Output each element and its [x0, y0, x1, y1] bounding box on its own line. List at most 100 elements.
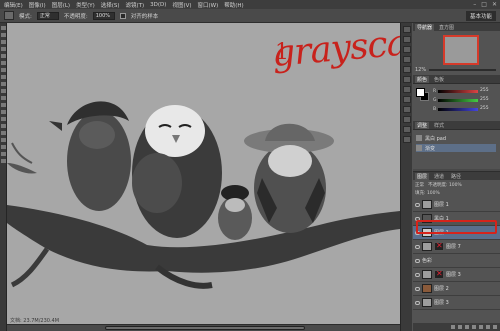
brush-presets-icon[interactable]	[403, 56, 411, 63]
menu-view[interactable]: 视图(V)	[172, 1, 191, 9]
zoom-slider[interactable]	[429, 69, 496, 71]
marquee-tool-icon[interactable]	[1, 33, 6, 37]
move-tool-icon[interactable]	[1, 26, 6, 30]
eye-icon[interactable]	[415, 286, 420, 291]
eraser-tool-icon[interactable]	[1, 96, 6, 100]
layer-row[interactable]: 色彩	[413, 254, 500, 268]
tab-navigator[interactable]: 导航器	[415, 23, 435, 31]
menu-select[interactable]: 选择(S)	[101, 1, 120, 9]
mode-select[interactable]: 正常	[36, 11, 59, 20]
fx-icon[interactable]	[458, 325, 462, 329]
horizontal-scrollbar[interactable]	[7, 324, 400, 331]
notes-icon[interactable]	[403, 126, 411, 133]
shape-tool-icon[interactable]	[1, 145, 6, 149]
brush-tool-icon[interactable]	[1, 75, 6, 79]
adjustment-icon[interactable]	[472, 325, 476, 329]
trash-icon[interactable]	[493, 325, 497, 329]
zoom-tool-icon[interactable]	[1, 159, 6, 163]
menu-help[interactable]: 帮助(H)	[224, 1, 243, 9]
document-canvas[interactable]: 1 grayscale 文档: 23.7M/230.4M	[7, 23, 400, 331]
wand-tool-icon[interactable]	[1, 47, 6, 51]
path-select-icon[interactable]	[1, 138, 6, 142]
blend-mode-select[interactable]: 正常	[415, 182, 424, 188]
history-brush-icon[interactable]	[1, 89, 6, 93]
close-button[interactable]: ✕	[492, 1, 497, 8]
scroll-thumb[interactable]	[105, 326, 305, 330]
layer-row[interactable]: 图层 7	[413, 240, 500, 254]
tab-adjustments[interactable]: 调整	[415, 121, 430, 129]
crop-tool-icon[interactable]	[1, 54, 6, 58]
tab-paths[interactable]: 路径	[449, 173, 463, 180]
menu-window[interactable]: 窗口(W)	[198, 1, 219, 9]
red-value[interactable]: 255	[480, 88, 489, 93]
tab-swatches[interactable]: 色板	[432, 76, 446, 83]
black-white-icon	[416, 135, 422, 141]
tab-layers[interactable]: 图层	[415, 172, 430, 180]
timeline-icon[interactable]	[403, 136, 411, 143]
green-slider[interactable]	[438, 99, 478, 102]
layer-mask[interactable]	[434, 269, 444, 279]
layer-row[interactable]: 图层 3	[413, 268, 500, 282]
blue-value[interactable]: 255	[480, 106, 489, 111]
eyedropper-tool-icon[interactable]	[1, 61, 6, 65]
lasso-tool-icon[interactable]	[1, 40, 6, 44]
stamp-tool-icon[interactable]	[1, 82, 6, 86]
info-icon[interactable]	[403, 96, 411, 103]
link-icon[interactable]	[451, 325, 455, 329]
pen-tool-icon[interactable]	[1, 124, 6, 128]
blur-tool-icon[interactable]	[1, 110, 6, 114]
hand-tool-icon[interactable]	[1, 152, 6, 156]
menu-layer[interactable]: 图层(L)	[52, 1, 70, 9]
layer-mask[interactable]	[434, 241, 444, 251]
eye-icon[interactable]	[415, 244, 420, 249]
zoom-level[interactable]: 12%	[415, 67, 426, 73]
tab-channels[interactable]: 通道	[432, 173, 446, 180]
opacity-field[interactable]: 100%	[92, 11, 115, 20]
eye-icon[interactable]	[415, 258, 420, 263]
foreground-color-swatch[interactable]	[416, 88, 425, 97]
menu-image[interactable]: 图像(I)	[29, 1, 46, 9]
maximize-button[interactable]: □	[481, 1, 487, 8]
layer-opacity[interactable]: 不透明度: 100%	[428, 182, 462, 188]
aligned-checkbox[interactable]	[119, 12, 126, 19]
navigator-thumbnail[interactable]	[443, 35, 479, 65]
new-layer-icon[interactable]	[486, 325, 490, 329]
eye-icon[interactable]	[415, 272, 420, 277]
type-tool-icon[interactable]	[1, 131, 6, 135]
layer-row[interactable]: 图层 2	[413, 282, 500, 296]
layer-row[interactable]: 图层 1	[413, 198, 500, 212]
blue-slider[interactable]	[438, 108, 478, 111]
folder-icon[interactable]	[479, 325, 483, 329]
green-value[interactable]: 255	[480, 97, 489, 102]
adjustment-item[interactable]: 渐变	[416, 144, 496, 152]
tab-histogram[interactable]: 直方图	[437, 24, 456, 31]
layer-fill[interactable]: 填充: 100%	[415, 190, 440, 196]
eye-icon[interactable]	[415, 202, 420, 207]
character-icon[interactable]	[403, 66, 411, 73]
menu-type[interactable]: 类型(Y)	[76, 1, 95, 9]
properties-icon[interactable]	[403, 46, 411, 53]
stamp-tool-icon[interactable]	[4, 11, 14, 20]
tool-presets-icon[interactable]	[403, 106, 411, 113]
actions-icon[interactable]	[403, 36, 411, 43]
tab-color[interactable]: 颜色	[415, 75, 430, 83]
layer-comps-icon[interactable]	[403, 116, 411, 123]
menu-filter[interactable]: 滤镜(T)	[126, 1, 145, 9]
dodge-tool-icon[interactable]	[1, 117, 6, 121]
workspace-switcher[interactable]: 基本功能	[465, 11, 496, 21]
layer-name: 图层 2	[434, 286, 449, 292]
adjustment-item[interactable]: 黑白 pad	[416, 134, 496, 142]
tab-styles[interactable]: 样式	[432, 122, 446, 129]
clone-source-icon[interactable]	[403, 86, 411, 93]
history-icon[interactable]	[403, 26, 411, 33]
layer-row[interactable]: 图层 3	[413, 296, 500, 310]
minimize-button[interactable]: –	[473, 1, 476, 8]
menu-edit[interactable]: 编辑(E)	[4, 1, 23, 9]
healing-tool-icon[interactable]	[1, 68, 6, 72]
mask-icon[interactable]	[465, 325, 469, 329]
paragraph-icon[interactable]	[403, 76, 411, 83]
menu-3d[interactable]: 3D(D)	[150, 2, 166, 8]
red-slider[interactable]	[438, 90, 478, 93]
gradient-tool-icon[interactable]	[1, 103, 6, 107]
eye-icon[interactable]	[415, 300, 420, 305]
